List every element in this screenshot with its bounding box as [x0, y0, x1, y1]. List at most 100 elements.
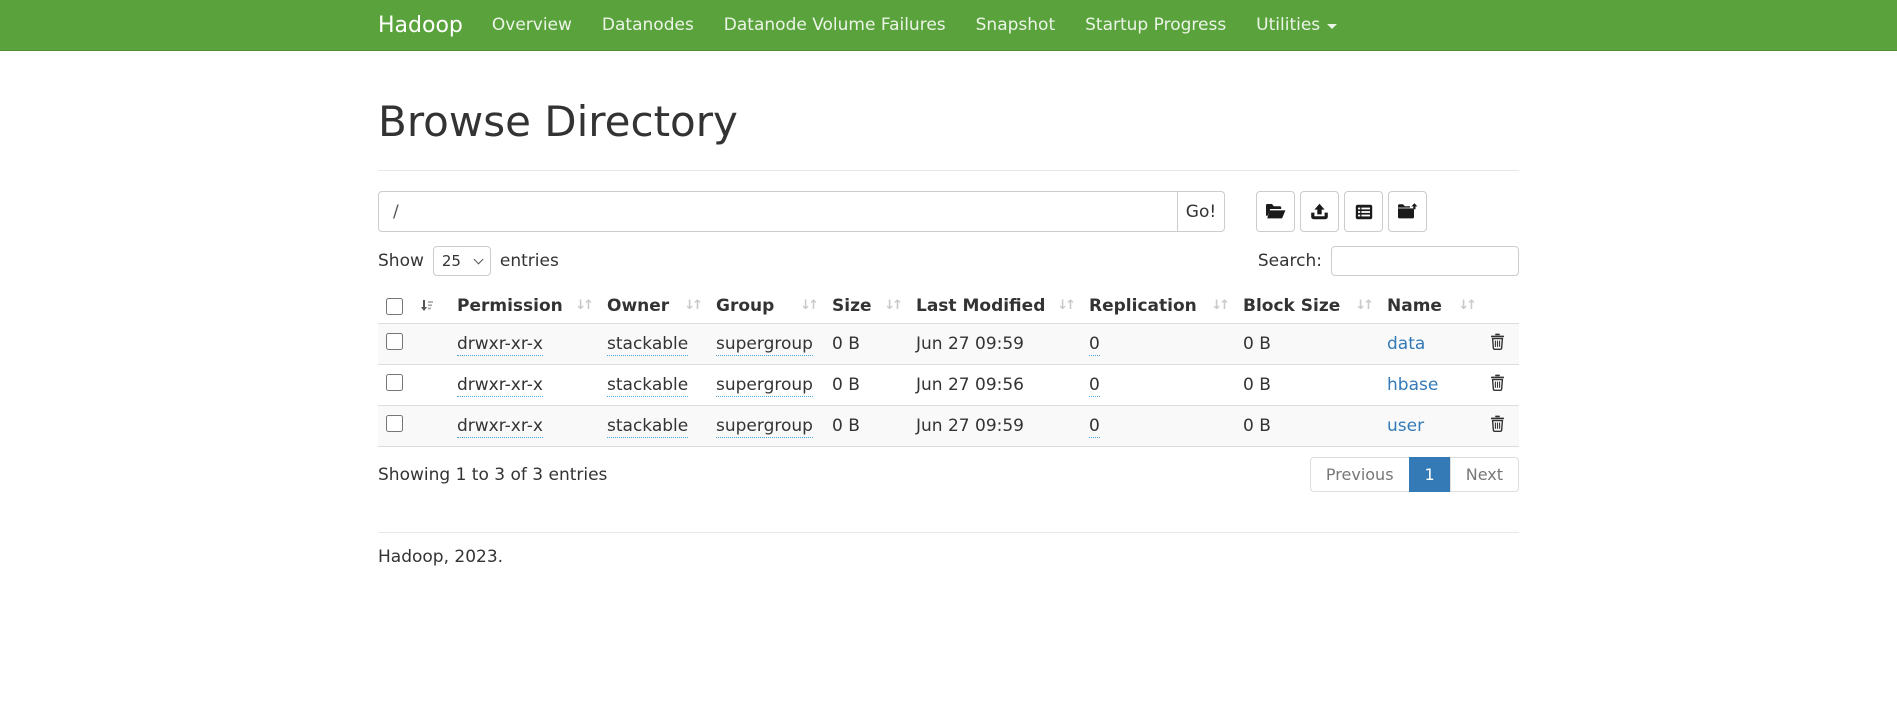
sort-both-icon	[575, 298, 591, 313]
search-input[interactable]	[1331, 246, 1519, 276]
list-alt-icon	[1355, 204, 1373, 220]
caret-down-icon	[1327, 24, 1337, 29]
delete-button[interactable]	[1490, 415, 1505, 432]
go-button[interactable]: Go!	[1177, 191, 1225, 232]
page-size-select[interactable]: 25	[433, 246, 491, 276]
size-value: 0 B	[824, 406, 908, 447]
group-value[interactable]: supergroup	[716, 416, 813, 438]
header-size-label: Size	[832, 296, 872, 316]
group-value[interactable]: supergroup	[716, 334, 813, 356]
permission-value[interactable]: drwxr-xr-x	[457, 375, 543, 397]
replication-value[interactable]: 0	[1089, 416, 1100, 438]
select-all-checkbox[interactable]	[386, 298, 403, 315]
group-value[interactable]: supergroup	[716, 375, 813, 397]
sort-both-icon	[1355, 298, 1371, 313]
sort-both-icon	[1458, 298, 1474, 313]
chevron-down-icon	[473, 254, 483, 264]
path-input[interactable]	[378, 191, 1178, 232]
delete-button[interactable]	[1490, 333, 1505, 350]
pagination: Previous 1 Next	[1310, 457, 1519, 492]
sort-both-icon	[800, 298, 816, 313]
nav-datanodes[interactable]: Datanodes	[587, 15, 709, 35]
permission-value[interactable]: drwxr-xr-x	[457, 334, 543, 356]
header-replication[interactable]: Replication	[1081, 290, 1235, 324]
header-block-size-label: Block Size	[1243, 296, 1340, 316]
header-last-modified[interactable]: Last Modified	[908, 290, 1081, 324]
block-size-value: 0 B	[1235, 406, 1379, 447]
block-size-value: 0 B	[1235, 324, 1379, 365]
header-owner-label: Owner	[607, 296, 669, 316]
table-header-row: Permission Owner Group Size Last Modifie…	[378, 290, 1519, 324]
cut-paste-button[interactable]	[1344, 191, 1383, 232]
move-paste-button[interactable]	[1388, 191, 1427, 232]
directory-link[interactable]: data	[1387, 334, 1425, 354]
table-row: drwxr-xr-x stackable supergroup 0 B Jun …	[378, 365, 1519, 406]
sort-both-icon	[1211, 298, 1227, 313]
size-value: 0 B	[824, 324, 908, 365]
permission-value[interactable]: drwxr-xr-x	[457, 416, 543, 438]
upload-file-button[interactable]	[1300, 191, 1339, 232]
header-group-label: Group	[716, 296, 774, 316]
header-permission-label: Permission	[457, 296, 563, 316]
nav-datanode-volume-failures[interactable]: Datanode Volume Failures	[709, 15, 961, 35]
create-directory-button[interactable]	[1256, 191, 1295, 232]
replication-value[interactable]: 0	[1089, 375, 1100, 397]
trash-icon	[1490, 374, 1505, 391]
header-permission[interactable]: Permission	[449, 290, 599, 324]
search-label: Search:	[1258, 251, 1322, 271]
delete-button[interactable]	[1490, 374, 1505, 391]
footer-divider	[378, 532, 1519, 533]
upload-icon	[1310, 203, 1329, 220]
directory-link[interactable]: user	[1387, 416, 1424, 436]
header-select-all[interactable]	[378, 290, 449, 324]
table-controls: Show 25 entries Search:	[378, 246, 1519, 276]
entries-label: entries	[500, 251, 559, 271]
header-block-size[interactable]: Block Size	[1235, 290, 1379, 324]
owner-value[interactable]: stackable	[607, 416, 688, 438]
row-checkbox[interactable]	[386, 415, 403, 432]
size-value: 0 B	[824, 365, 908, 406]
sort-both-icon	[1057, 298, 1073, 313]
table-row: drwxr-xr-x stackable supergroup 0 B Jun …	[378, 324, 1519, 365]
owner-value[interactable]: stackable	[607, 334, 688, 356]
pagination-next[interactable]: Next	[1450, 457, 1519, 492]
sort-descending-icon	[420, 299, 434, 313]
header-group[interactable]: Group	[708, 290, 824, 324]
header-owner[interactable]: Owner	[599, 290, 708, 324]
directory-table: Permission Owner Group Size Last Modifie…	[378, 290, 1519, 447]
entries-summary: Showing 1 to 3 of 3 entries	[378, 465, 607, 485]
top-navbar: Hadoop Overview Datanodes Datanode Volum…	[0, 0, 1897, 51]
trash-icon	[1490, 333, 1505, 350]
header-replication-label: Replication	[1089, 296, 1197, 316]
folder-transfer-icon	[1397, 203, 1418, 220]
last-modified-value: Jun 27 09:59	[908, 406, 1081, 447]
table-row: drwxr-xr-x stackable supergroup 0 B Jun …	[378, 406, 1519, 447]
header-size[interactable]: Size	[824, 290, 908, 324]
block-size-value: 0 B	[1235, 365, 1379, 406]
header-last-modified-label: Last Modified	[916, 296, 1045, 316]
sort-both-icon	[884, 298, 900, 313]
show-label: Show	[378, 251, 424, 271]
brand-hadoop[interactable]: Hadoop	[378, 13, 463, 38]
last-modified-value: Jun 27 09:56	[908, 365, 1081, 406]
row-checkbox[interactable]	[386, 333, 403, 350]
nav-overview[interactable]: Overview	[477, 15, 587, 35]
row-checkbox[interactable]	[386, 374, 403, 391]
folder-open-icon	[1265, 203, 1286, 220]
nav-startup-progress[interactable]: Startup Progress	[1070, 15, 1241, 35]
owner-value[interactable]: stackable	[607, 375, 688, 397]
pagination-page-1[interactable]: 1	[1409, 457, 1451, 492]
header-name-label: Name	[1387, 296, 1442, 316]
sort-both-icon	[684, 298, 700, 313]
nav-snapshot[interactable]: Snapshot	[961, 15, 1070, 35]
pagination-previous[interactable]: Previous	[1310, 457, 1410, 492]
nav-utilities-label: Utilities	[1256, 15, 1320, 35]
nav-utilities-dropdown[interactable]: Utilities	[1241, 15, 1352, 35]
page-title: Browse Directory	[378, 97, 1519, 146]
header-name[interactable]: Name	[1379, 290, 1482, 324]
footer-text: Hadoop, 2023.	[378, 547, 1519, 567]
replication-value[interactable]: 0	[1089, 334, 1100, 356]
last-modified-value: Jun 27 09:59	[908, 324, 1081, 365]
directory-link[interactable]: hbase	[1387, 375, 1438, 395]
trash-icon	[1490, 415, 1505, 432]
